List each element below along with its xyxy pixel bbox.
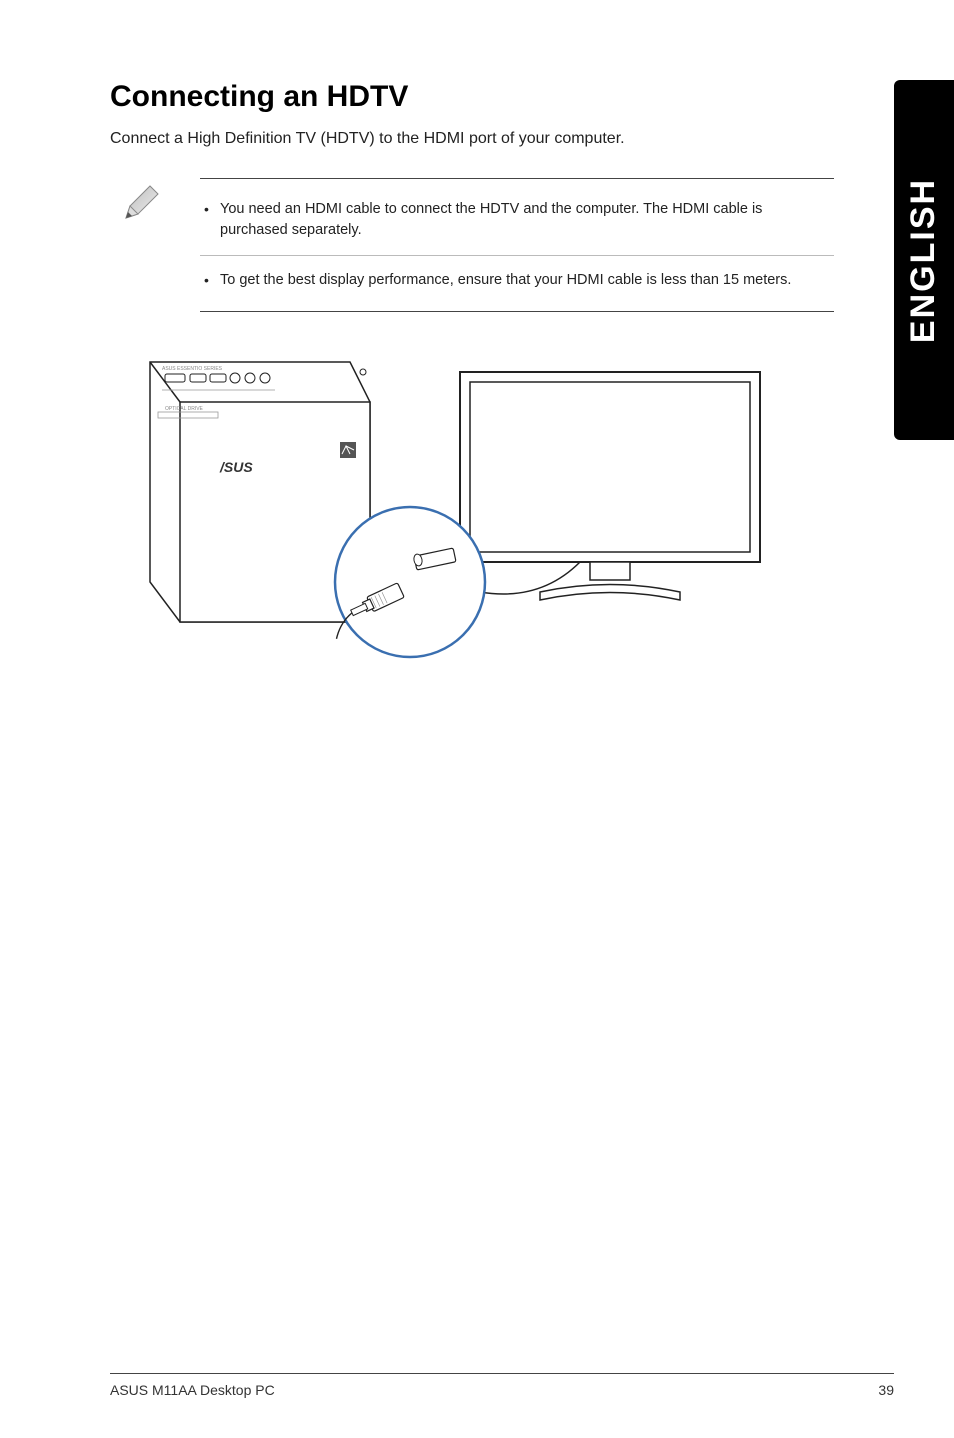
intro-paragraph: Connect a High Definition TV (HDTV) to t… xyxy=(110,130,894,148)
hdtv-illustration xyxy=(460,372,760,600)
language-tab-text: ENGLISH xyxy=(905,177,944,342)
footer-left: ASUS M11AA Desktop PC xyxy=(110,1382,275,1398)
note-list: You need an HDMI cable to connect the HD… xyxy=(200,178,834,312)
page-footer: ASUS M11AA Desktop PC 39 xyxy=(110,1373,894,1398)
language-tab: ENGLISH xyxy=(894,80,954,440)
svg-text:OPTICAL DRIVE: OPTICAL DRIVE xyxy=(165,406,204,412)
footer-page-number: 39 xyxy=(878,1382,894,1398)
pencil-icon xyxy=(120,184,160,229)
svg-text:ASUS ESSENTIO SERIES: ASUS ESSENTIO SERIES xyxy=(162,366,223,372)
note-item: You need an HDMI cable to connect the HD… xyxy=(200,193,834,247)
section-heading: Connecting an HDTV xyxy=(110,80,894,114)
page: ENGLISH Connecting an HDTV Connect a Hig… xyxy=(0,0,954,1438)
svg-text:/SUS: /SUS xyxy=(219,459,253,475)
note-item: To get the best display performance, ens… xyxy=(200,255,834,297)
connection-diagram: OPTICAL DRIVE /SUS ASUS ESSENTIO SERIES xyxy=(120,342,894,667)
note-box: You need an HDMI cable to connect the HD… xyxy=(120,178,834,312)
